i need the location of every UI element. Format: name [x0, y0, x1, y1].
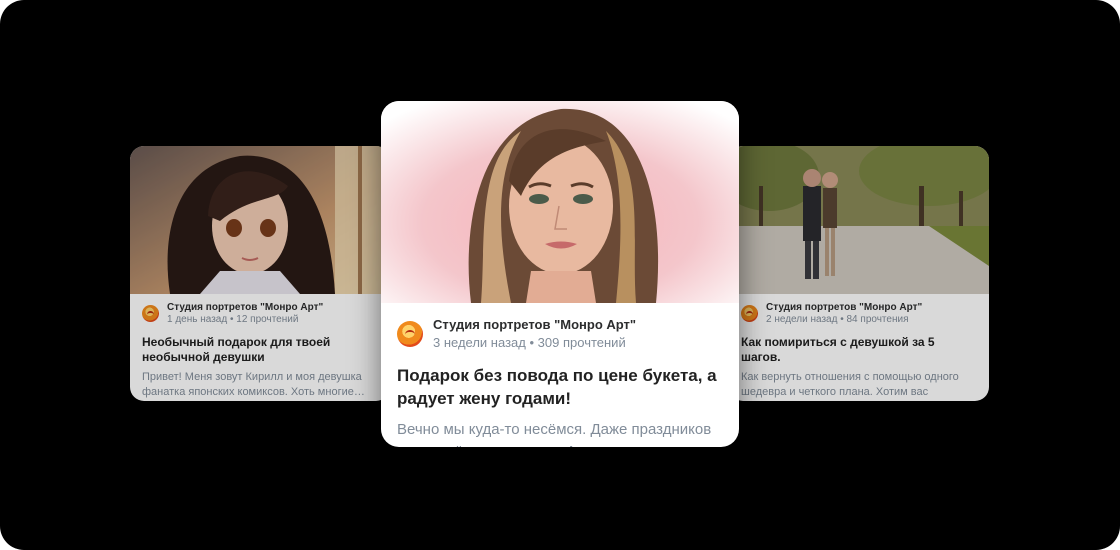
- source-name[interactable]: Студия портретов "Монро Арт": [433, 317, 636, 332]
- card-info: Студия портретов "Монро Арт" 1 день наза…: [130, 294, 390, 401]
- source-row[interactable]: Студия портретов "Монро Арт" 2 недели на…: [741, 302, 977, 325]
- source-name[interactable]: Студия портретов "Монро Арт": [167, 302, 323, 313]
- card-image-woman-portrait: [381, 101, 739, 303]
- dark-stage: Студия портретов "Монро Арт" 1 день наза…: [0, 0, 1120, 550]
- card-image-anime-portrait: [130, 146, 390, 294]
- card-info: Студия портретов "Монро Арт" 2 недели на…: [729, 294, 989, 401]
- article-snippet: Как вернуть отношения с помощью одного ш…: [741, 371, 959, 398]
- source-row[interactable]: Студия портретов "Монро Арт" 3 недели на…: [397, 317, 723, 350]
- article-title[interactable]: Как помириться с девушкой за 5 шагов.: [741, 335, 977, 365]
- studio-logo-icon: [397, 320, 423, 347]
- card-info: Студия портретов "Монро Арт" 3 недели на…: [381, 303, 739, 447]
- article-title[interactable]: Подарок без повода по цене букета, а рад…: [397, 364, 723, 410]
- source-meta: 1 день назад • 12 прочтений: [167, 314, 299, 325]
- card-image-couple-park: [729, 146, 989, 294]
- article-card-couple[interactable]: Студия портретов "Монро Арт" 2 недели на…: [729, 146, 989, 401]
- article-card-portrait[interactable]: Студия портретов "Монро Арт" 3 недели на…: [381, 101, 739, 447]
- article-snippet: Привет! Меня зовут Кирилл и моя девушка …: [142, 371, 365, 398]
- article-title[interactable]: Необычный подарок для твоей необычной де…: [142, 335, 378, 365]
- studio-logo-icon: [741, 305, 758, 322]
- source-meta: 2 недели назад • 84 прочтения: [766, 314, 909, 325]
- article-snippet: Вечно мы куда-то несёмся. Даже празднико…: [397, 421, 712, 447]
- source-meta: 3 недели назад • 309 прочтений: [433, 335, 626, 350]
- studio-logo-icon: [142, 305, 159, 322]
- source-name[interactable]: Студия портретов "Монро Арт": [766, 302, 922, 313]
- article-card-anime[interactable]: Студия портретов "Монро Арт" 1 день наза…: [130, 146, 390, 401]
- source-row[interactable]: Студия портретов "Монро Арт" 1 день наза…: [142, 302, 378, 325]
